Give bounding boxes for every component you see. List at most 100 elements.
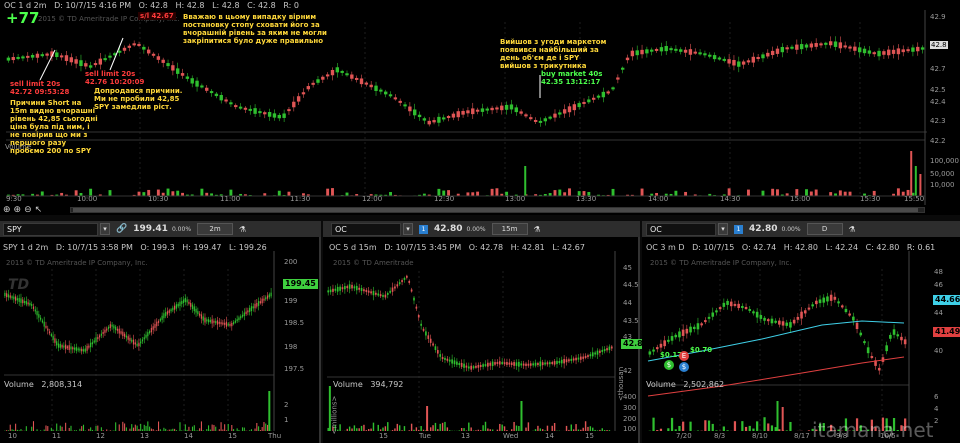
- candle-body: [896, 334, 900, 337]
- candle-body: [877, 367, 881, 371]
- pointer-icon[interactable]: ↖: [35, 205, 43, 215]
- volume-bar: [446, 427, 449, 431]
- candle-body: [35, 53, 40, 58]
- oc3m-interval-select[interactable]: D: [806, 223, 843, 235]
- volume-bar: [68, 427, 70, 431]
- candle-body: [475, 109, 480, 112]
- link-group-icon[interactable]: 1: [734, 224, 743, 234]
- candle-body: [562, 109, 567, 114]
- candle-body: [722, 58, 726, 61]
- chevron-down-icon[interactable]: ▾: [403, 223, 413, 235]
- chevron-down-icon[interactable]: ▾: [100, 223, 110, 235]
- candle-body: [234, 320, 236, 323]
- candle-body: [591, 352, 594, 357]
- studies-flask-icon[interactable]: ⚗: [534, 225, 541, 234]
- volume-bar: [208, 425, 210, 431]
- volume-bar: [733, 421, 737, 431]
- candle-body: [785, 322, 789, 326]
- candle-body: [790, 46, 794, 49]
- main-price-chart: [6, 10, 927, 205]
- candle-body: [422, 118, 427, 121]
- volume-bar: [236, 428, 238, 431]
- candle-body: [429, 338, 432, 343]
- candle-body: [182, 299, 185, 304]
- candle-body: [589, 354, 592, 357]
- candle-body: [572, 358, 575, 361]
- spy-price-tick: 198: [284, 343, 298, 351]
- candle-body: [161, 59, 165, 63]
- candle-body: [240, 316, 242, 319]
- candle-body: [560, 359, 563, 364]
- candle-body: [268, 294, 270, 298]
- time-tick: Thu: [268, 432, 282, 440]
- oc15-vol-tick: 400: [623, 393, 637, 401]
- candle-body: [477, 365, 480, 368]
- volume-bar: [370, 428, 372, 431]
- volume-bar: [256, 422, 258, 431]
- candle-body: [465, 365, 468, 368]
- oc3m-symbol-input[interactable]: OC: [646, 222, 716, 236]
- candle-body: [674, 48, 678, 51]
- candle-body: [151, 53, 156, 56]
- oc15-symbol-input[interactable]: OC: [331, 222, 401, 236]
- time-tick: 15: [585, 432, 594, 440]
- spy-interval-select[interactable]: 2m: [197, 223, 234, 235]
- candle-body: [640, 49, 644, 55]
- annotation-arrow: [109, 37, 124, 71]
- candle-body: [453, 360, 456, 365]
- oc15-price-tick: 43.5: [623, 317, 639, 325]
- candle-body: [538, 120, 543, 123]
- volume-bar: [770, 425, 774, 431]
- candle-body: [348, 284, 351, 289]
- dividend-icon[interactable]: $: [664, 360, 674, 370]
- candle-body: [74, 59, 78, 64]
- studies-flask-icon[interactable]: ⚗: [239, 225, 246, 234]
- candle-body: [822, 297, 826, 303]
- spy-current-price-tag: 199.45: [283, 279, 318, 289]
- candle-body: [741, 61, 746, 65]
- main-horizontal-scrollbar[interactable]: [70, 207, 925, 213]
- earnings-icon[interactable]: E: [679, 351, 689, 361]
- candle-body: [544, 362, 546, 365]
- candle-body: [372, 290, 375, 296]
- candle-body: [190, 78, 194, 84]
- volume-bar: [365, 430, 368, 431]
- candle-body: [181, 301, 183, 305]
- candle-body: [18, 298, 20, 302]
- candle-body: [652, 349, 655, 352]
- chevron-down-icon[interactable]: ▾: [718, 223, 728, 235]
- volume-bar: [551, 425, 553, 431]
- volume-bar: [778, 429, 781, 431]
- spy-symbol-input[interactable]: SPY: [3, 222, 98, 236]
- volume-bar: [377, 424, 379, 431]
- link-group-icon[interactable]: 1: [419, 224, 428, 234]
- candle-body: [206, 319, 208, 322]
- candle-body: [458, 363, 461, 366]
- candle-body: [867, 50, 872, 54]
- volume-bar: [191, 426, 194, 431]
- studies-flask-icon[interactable]: ⚗: [849, 225, 856, 234]
- zoom-in-icon[interactable]: ⊕: [14, 205, 22, 215]
- spy-chart-panel: SPY ▾ 🔗 199.41 0.00% 2m ⚗ SPY 1 d 2m D: …: [0, 221, 321, 443]
- oc15-interval-select[interactable]: 15m: [491, 223, 528, 235]
- volume-bar: [82, 424, 85, 431]
- volume-bar: [351, 428, 353, 431]
- candle-body: [708, 54, 712, 57]
- oc3m-price-tick: 48: [934, 268, 943, 276]
- move-icon[interactable]: ⊕: [3, 205, 11, 215]
- candle-body: [568, 359, 570, 362]
- candle-body: [122, 47, 127, 51]
- candle-body: [113, 325, 115, 329]
- volume-bar: [91, 429, 93, 431]
- zoom-out-icon[interactable]: ⊖: [24, 205, 32, 215]
- link-icon[interactable]: 🔗: [116, 224, 127, 234]
- volume-bar: [231, 424, 233, 431]
- volume-bar: [506, 430, 508, 431]
- candle-body: [703, 53, 707, 56]
- candle-body: [200, 85, 204, 88]
- candle-body: [186, 299, 188, 303]
- candle-body: [98, 58, 103, 65]
- dividend-icon[interactable]: $: [679, 362, 689, 372]
- candle-body: [129, 337, 131, 341]
- volume-bar: [726, 430, 729, 431]
